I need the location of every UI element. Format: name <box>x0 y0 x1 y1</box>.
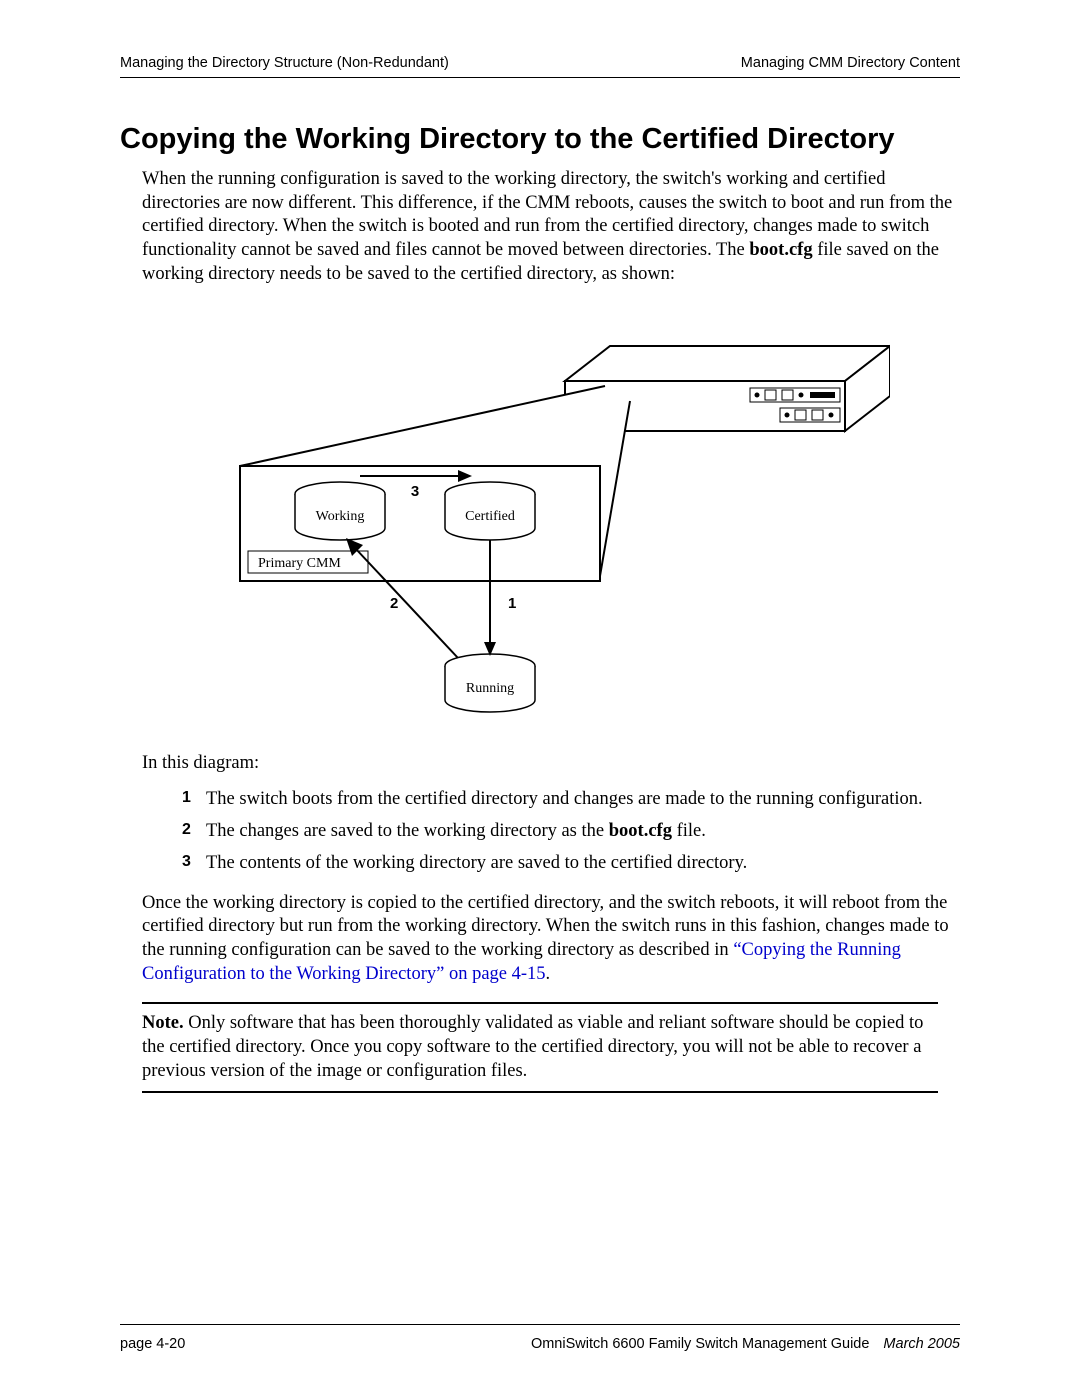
page-footer: page 4-20 OmniSwitch 6600 Family Switch … <box>120 1336 960 1352</box>
header-right: Managing CMM Directory Content <box>741 55 960 71</box>
diagram: Primary CMM Working Certified Running <box>190 316 890 741</box>
list-text: The switch boots from the certified dire… <box>206 786 923 814</box>
arrow-1-num: 1 <box>508 595 516 612</box>
list-item: 2 The changes are saved to the working d… <box>182 818 960 846</box>
list-item: 1 The switch boots from the certified di… <box>182 786 960 814</box>
footer-page-number: page 4-20 <box>120 1336 185 1352</box>
arrow-2-num: 2 <box>390 595 398 612</box>
list-item: 3 The contents of the working directory … <box>182 850 960 878</box>
footer-guide: OmniSwitch 6600 Family Switch Management… <box>531 1336 869 1352</box>
document-page: Managing the Directory Structure (Non-Re… <box>0 0 1080 1397</box>
list-text: The contents of the working directory ar… <box>206 850 747 878</box>
after-paragraph: Once the working directory is copied to … <box>142 892 960 987</box>
running-cylinder-icon: Running <box>445 654 535 712</box>
footer-date: March 2005 <box>883 1336 960 1352</box>
note-label: Note. <box>142 1013 184 1033</box>
list-num: 1 <box>182 786 194 814</box>
arrow-3-num: 3 <box>411 483 419 500</box>
diagram-svg: Primary CMM Working Certified Running <box>190 316 890 736</box>
running-label: Running <box>466 681 514 696</box>
note-block: Note. Only software that has been thorou… <box>142 1002 938 1093</box>
note-text: Only software that has been thoroughly v… <box>142 1013 923 1080</box>
footer-right: OmniSwitch 6600 Family Switch Management… <box>531 1336 960 1352</box>
after-post: . <box>546 964 551 984</box>
header-left: Managing the Directory Structure (Non-Re… <box>120 55 449 71</box>
intro-paragraph: When the running configuration is saved … <box>142 168 960 286</box>
running-header: Managing the Directory Structure (Non-Re… <box>120 55 960 78</box>
working-label: Working <box>316 509 365 524</box>
section-title: Copying the Working Directory to the Cer… <box>120 123 960 156</box>
working-cylinder-icon: Working <box>295 482 385 540</box>
intro-bold: boot.cfg <box>749 240 812 260</box>
list-num: 2 <box>182 818 194 846</box>
cmm-module-icon: Primary CMM <box>240 386 630 581</box>
diagram-lead: In this diagram: <box>142 753 960 774</box>
list-text: The changes are saved to the working dir… <box>206 818 706 846</box>
certified-cylinder-icon: Certified <box>445 482 535 540</box>
list-num: 3 <box>182 850 194 878</box>
numbered-list: 1 The switch boots from the certified di… <box>142 786 960 877</box>
certified-label: Certified <box>465 509 515 524</box>
footer-rule <box>120 1324 960 1325</box>
primary-cmm-label: Primary CMM <box>258 556 341 571</box>
